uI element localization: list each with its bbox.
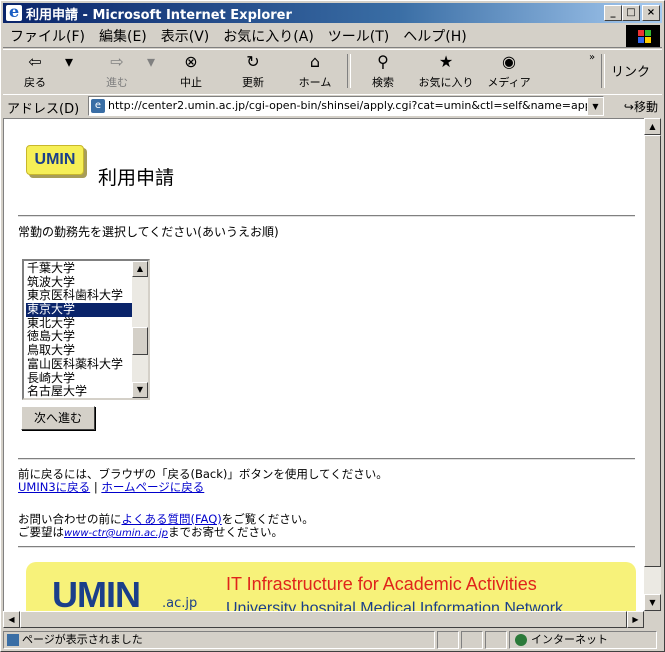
toolbar-separator <box>347 54 351 88</box>
menu-view[interactable]: 表示(V) <box>154 26 217 46</box>
media-icon: ◉ <box>502 52 516 71</box>
globe-icon <box>515 634 527 646</box>
menu-file[interactable]: ファイル(F) <box>3 26 92 46</box>
status-zone: インターネット <box>509 631 657 649</box>
close-button[interactable]: × <box>642 5 660 21</box>
address-bar: アドレス(D) e http://center2.umin.ac.jp/cgi-o… <box>3 94 662 117</box>
banner-title: IT Infrastructure for Academic Activitie… <box>226 574 537 594</box>
forward-dropdown-icon[interactable]: ▾ <box>143 52 159 74</box>
university-option[interactable]: 富山医科薬科大学 <box>26 357 134 372</box>
banner-logo: UMIN <box>52 574 141 612</box>
menu-bar: ファイル(F) 編集(E) 表示(V) お気に入り(A) ツール(T) ヘルプ(… <box>3 25 662 48</box>
address-input[interactable]: e http://center2.umin.ac.jp/cgi-open-bin/… <box>88 96 604 116</box>
university-option[interactable]: 名古屋大学 <box>26 384 134 399</box>
menu-tools[interactable]: ツール(T) <box>321 26 396 46</box>
toolbar: ⇦ 戻る ▾ ⇨ 進む ▾ ⊗ 中止 ↻ 更新 ⌂ ホーム ⚲ 検索 ★ お気に… <box>3 49 662 95</box>
toolbar-separator <box>601 54 605 88</box>
status-cell <box>485 631 507 649</box>
refresh-icon: ↻ <box>246 52 260 71</box>
university-option[interactable]: 東京医科歯科大学 <box>26 289 134 303</box>
university-option[interactable]: 鳥取大学 <box>26 343 134 358</box>
status-bar: ページが表示されました インターネット <box>3 630 662 650</box>
umin-logo: UMIN <box>26 145 84 175</box>
status-cell <box>437 631 459 649</box>
search-button[interactable]: ⚲ 検索 <box>357 52 409 90</box>
back-dropdown-icon[interactable]: ▾ <box>61 52 77 74</box>
status-main: ページが表示されました <box>3 631 435 649</box>
menu-favorites[interactable]: お気に入り(A) <box>216 26 321 46</box>
toolbar-chevron-icon[interactable]: » <box>587 52 597 63</box>
go-arrow-icon: ↪ <box>623 100 634 114</box>
forward-arrow-icon: ⇨ <box>110 52 124 71</box>
listbox-scroll-thumb[interactable] <box>132 327 148 355</box>
page-content: UMIN 利用申請 常勤の勤務先を選択してください(あいうえお順) 千葉大学 筑波… <box>3 118 644 612</box>
page-title: 利用申請 <box>98 167 175 189</box>
umin-banner[interactable]: UMIN .ac.jp IT Infrastructure for Academ… <box>26 562 636 612</box>
scroll-down-icon[interactable]: ▼ <box>644 594 661 611</box>
windows-logo-icon <box>626 25 660 47</box>
listbox-scrollbar[interactable]: ▲ ▼ <box>132 261 148 398</box>
browser-window: 利用申請 - Microsoft Internet Explorer _ □ ×… <box>0 0 665 652</box>
maximize-button[interactable]: □ <box>622 5 640 21</box>
home-icon: ⌂ <box>309 52 321 71</box>
address-dropdown-icon[interactable]: ▼ <box>587 97 603 115</box>
links-button[interactable]: リンク <box>611 61 650 80</box>
scroll-up-icon[interactable]: ▲ <box>644 118 661 135</box>
banner-domain: .ac.jp <box>162 596 198 611</box>
instruction-text: 常勤の勤務先を選択してください(あいうえお順) <box>18 225 279 239</box>
link-separator: | <box>93 480 98 494</box>
status-cell <box>461 631 483 649</box>
scroll-left-icon[interactable]: ◀ <box>3 611 20 628</box>
search-icon: ⚲ <box>377 52 389 71</box>
address-label: アドレス(D) <box>7 102 80 117</box>
vertical-scrollbar[interactable]: ▲ ▼ <box>644 118 661 611</box>
ie-icon <box>6 2 22 21</box>
favorites-button[interactable]: ★ お気に入り <box>413 52 479 90</box>
horizontal-scrollbar[interactable]: ◀ ▶ <box>3 611 644 628</box>
back-button[interactable]: ⇦ 戻る <box>9 52 61 90</box>
university-option[interactable]: 東京大学 <box>26 302 134 317</box>
stop-button[interactable]: ⊗ 中止 <box>165 52 217 90</box>
status-page-icon <box>7 634 19 646</box>
umin3-link[interactable]: UMIN3に戻る <box>18 480 90 494</box>
divider <box>18 546 635 548</box>
address-url: http://center2.umin.ac.jp/cgi-open-bin/s… <box>108 99 604 112</box>
refresh-button[interactable]: ↻ 更新 <box>227 52 279 90</box>
university-listbox[interactable]: 千葉大学 筑波大学 東京医科歯科大学 東京大学 東北大学 徳島大学 鳥取大学 富山医科薬科大学… <box>22 259 150 400</box>
next-button[interactable]: 次へ進む <box>21 406 95 430</box>
homepage-link[interactable]: ホームページに戻る <box>101 480 204 494</box>
nav-links: UMIN3に戻る | ホームページに戻る <box>18 479 204 495</box>
page-icon: e <box>91 99 105 113</box>
home-button[interactable]: ⌂ ホーム <box>289 52 341 90</box>
window-title: 利用申請 - Microsoft Internet Explorer <box>26 7 292 23</box>
listbox-scroll-up-icon[interactable]: ▲ <box>132 261 148 277</box>
media-button[interactable]: ◉ メディア <box>483 52 535 90</box>
listbox-scroll-down-icon[interactable]: ▼ <box>132 382 148 398</box>
divider <box>18 215 635 217</box>
favorites-icon: ★ <box>438 52 454 71</box>
title-bar[interactable]: 利用申請 - Microsoft Internet Explorer _ □ × <box>3 2 662 23</box>
email-link[interactable]: www-ctr@umin.ac.jp <box>64 528 168 539</box>
divider <box>18 458 635 460</box>
university-option[interactable]: 千葉大学 <box>26 261 134 276</box>
menu-help[interactable]: ヘルプ(H) <box>396 26 473 46</box>
go-button[interactable]: ↪移動 <box>624 98 658 115</box>
menu-edit[interactable]: 編集(E) <box>92 26 154 46</box>
vertical-scroll-thumb[interactable] <box>644 135 661 567</box>
scroll-corner <box>644 611 661 628</box>
minimize-button[interactable]: _ <box>604 5 622 21</box>
scroll-right-icon[interactable]: ▶ <box>627 611 644 628</box>
back-arrow-icon: ⇦ <box>28 52 42 71</box>
stop-icon: ⊗ <box>184 52 198 71</box>
request-line: ご要望はwww-ctr@umin.ac.jpまでお寄せください。 <box>18 525 283 539</box>
forward-button[interactable]: ⇨ 進む <box>91 52 143 90</box>
horizontal-scroll-thumb[interactable] <box>20 611 627 628</box>
